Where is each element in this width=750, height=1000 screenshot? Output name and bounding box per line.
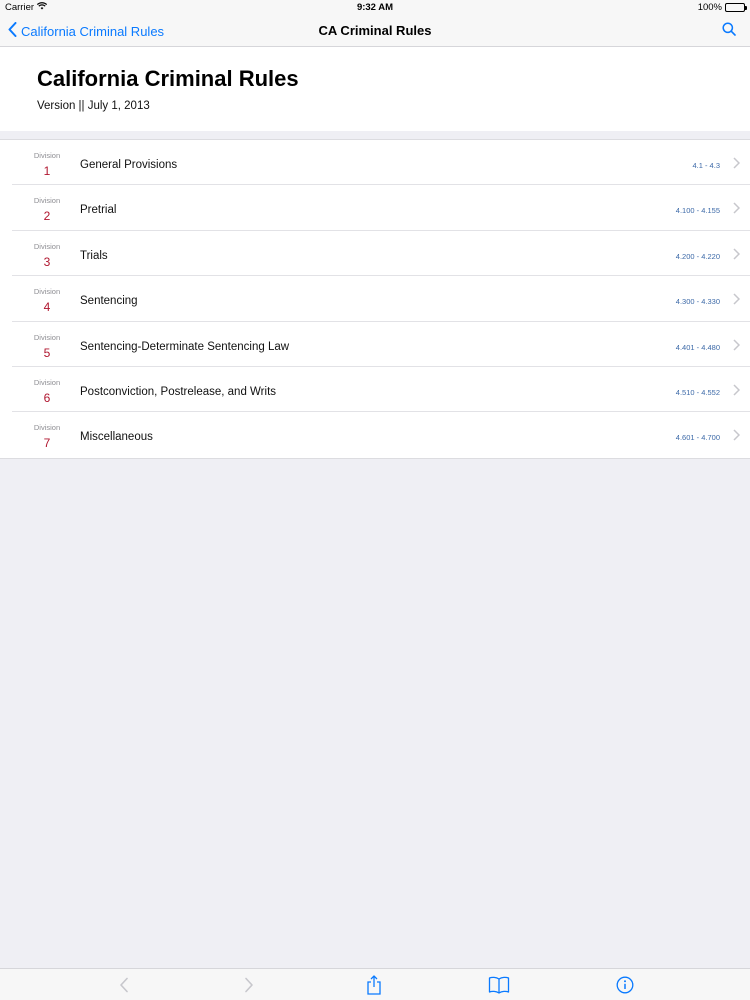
rule-range: 4.401 - 4.480 xyxy=(675,342,720,352)
info-icon[interactable] xyxy=(614,975,636,995)
page-header: California Criminal Rules Version || Jul… xyxy=(0,47,750,131)
division-number: 6 xyxy=(43,390,51,405)
chevron-right-icon xyxy=(733,428,741,446)
division-row-1[interactable]: Division 1 General Provisions 4.1 - 4.3 xyxy=(0,140,750,186)
division-number: 4 xyxy=(43,300,51,315)
division-number: 1 xyxy=(43,164,51,178)
status-bar: Carrier 9:32 AM 100% xyxy=(0,0,750,14)
division-number: 3 xyxy=(43,254,51,269)
division-label: Division xyxy=(33,423,61,433)
search-icon[interactable] xyxy=(722,22,736,41)
chevron-right-icon xyxy=(733,338,741,356)
chevron-right-icon xyxy=(733,383,741,401)
battery-percent: 100% xyxy=(697,2,722,13)
rule-range: 4.300 - 4.330 xyxy=(675,297,720,307)
battery-icon xyxy=(725,3,747,12)
battery-info: 100% xyxy=(697,2,747,13)
division-label: Division xyxy=(33,196,61,206)
rule-range: 4.510 - 4.552 xyxy=(675,387,720,397)
division-number: 7 xyxy=(43,436,51,451)
navigation-bar: California Criminal Rules CA Criminal Ru… xyxy=(0,14,750,47)
division-number: 2 xyxy=(43,209,51,224)
status-time: 9:32 AM xyxy=(356,2,394,13)
bottom-toolbar xyxy=(0,968,750,1000)
division-title: Pretrial xyxy=(80,204,117,217)
share-icon[interactable] xyxy=(363,975,385,995)
division-number: 5 xyxy=(43,345,51,360)
division-label: Division xyxy=(33,151,61,160)
division-row-6[interactable]: Division 6 Postconviction, Postrelease, … xyxy=(0,367,750,413)
forward-arrow-icon[interactable] xyxy=(238,975,260,995)
rule-range: 4.601 - 4.700 xyxy=(675,433,720,443)
chevron-right-icon xyxy=(733,292,741,310)
division-title: General Provisions xyxy=(80,159,178,171)
division-label: Division xyxy=(33,332,61,342)
nav-title: CA Criminal Rules xyxy=(318,23,432,38)
division-label: Division xyxy=(33,241,61,251)
division-title: Sentencing xyxy=(80,295,138,308)
division-label: Division xyxy=(33,287,61,297)
division-title: Sentencing-Determinate Sentencing Law xyxy=(80,340,290,353)
division-title: Postconviction, Postrelease, and Writs xyxy=(80,385,277,398)
rule-range: 4.100 - 4.155 xyxy=(675,206,720,216)
division-row-3[interactable]: Division 3 Trials 4.200 - 4.220 xyxy=(0,231,750,277)
bookmarks-icon[interactable] xyxy=(488,975,510,995)
chevron-right-icon xyxy=(733,247,741,265)
division-title: Miscellaneous xyxy=(80,431,153,444)
division-row-2[interactable]: Division 2 Pretrial 4.100 - 4.155 xyxy=(0,185,750,232)
rule-range: 4.1 - 4.3 xyxy=(692,161,720,170)
division-label: Division xyxy=(33,377,61,387)
division-row-5[interactable]: Division 5 Sentencing-Determinate Senten… xyxy=(0,322,750,368)
page-title: California Criminal Rules xyxy=(37,66,299,91)
version-label: Version || July 1, 2013 xyxy=(37,100,150,112)
back-arrow-icon[interactable] xyxy=(113,975,135,995)
division-title: Trials xyxy=(80,249,108,262)
division-row-4[interactable]: Division 4 Sentencing 4.300 - 4.330 xyxy=(0,276,750,322)
division-row-7[interactable]: Division 7 Miscellaneous 4.601 - 4.700 xyxy=(0,412,750,457)
division-list: Division 1 General Provisions 4.1 - 4.3 … xyxy=(0,139,750,459)
chevron-right-icon xyxy=(733,156,741,174)
rule-range: 4.200 - 4.220 xyxy=(675,251,720,261)
chevron-right-icon xyxy=(733,201,741,219)
